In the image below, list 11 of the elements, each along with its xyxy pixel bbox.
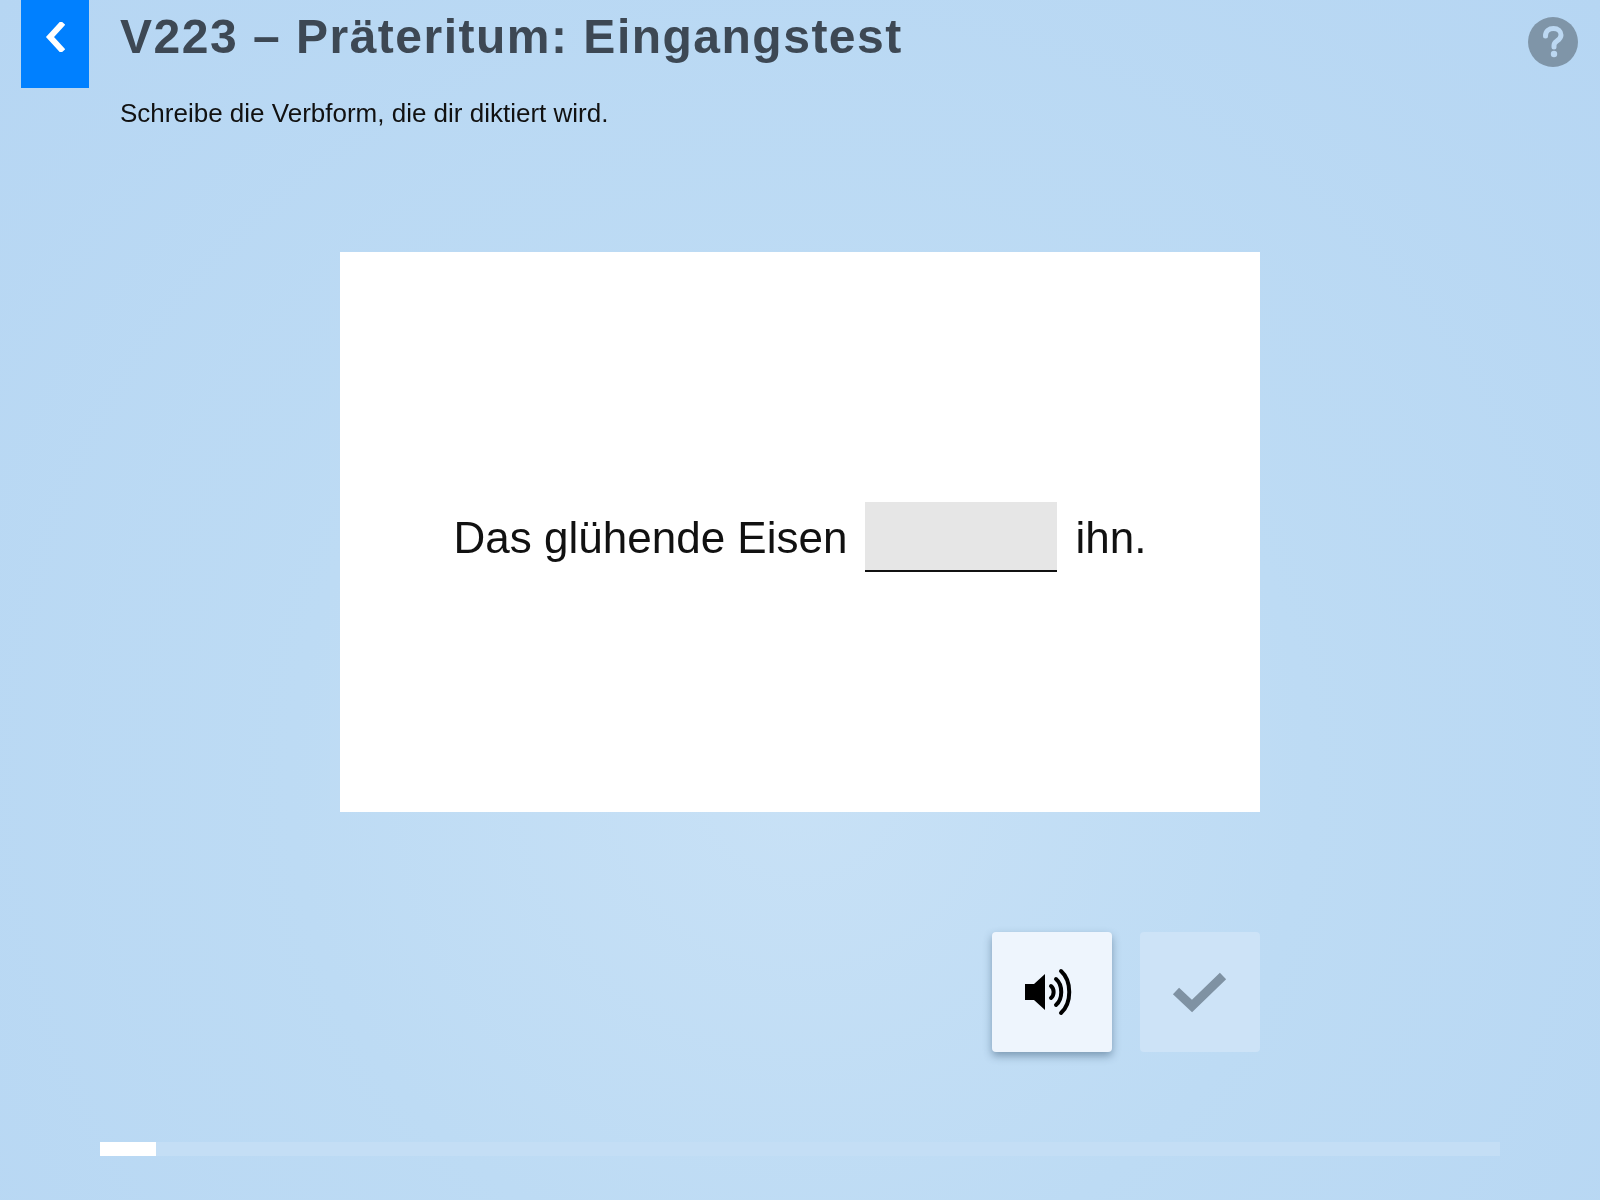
help-button[interactable] (1528, 17, 1578, 67)
page-title: V223 – Präteritum: Eingangstest (120, 9, 903, 65)
answer-field[interactable] (865, 502, 1058, 572)
checkmark-icon (1172, 971, 1228, 1013)
back-button[interactable] (21, 0, 89, 88)
play-audio-button[interactable] (992, 932, 1112, 1052)
instruction-text: Schreibe die Verbform, die dir diktiert wird. (120, 97, 609, 130)
help-icon (1528, 17, 1578, 67)
chevron-left-icon (45, 22, 65, 52)
sentence-text: Das glühende Eisen (453, 512, 848, 564)
sentence-text: ihn. (1075, 512, 1147, 564)
